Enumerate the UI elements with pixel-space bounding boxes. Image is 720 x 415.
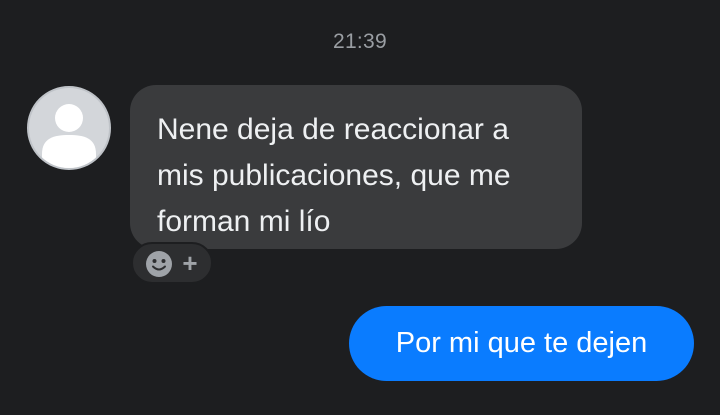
outgoing-message-text: Por mi que te dejen xyxy=(395,327,648,359)
add-reaction-button[interactable]: + xyxy=(131,242,213,284)
plus-icon: + xyxy=(182,248,198,278)
outgoing-message-bubble[interactable]: Por mi que te dejen xyxy=(349,306,694,381)
incoming-message-bubble[interactable]: Nene deja de reaccionar a mis publicacio… xyxy=(130,85,582,249)
default-user-icon xyxy=(42,104,96,168)
contact-avatar[interactable] xyxy=(27,86,111,170)
incoming-message-text: Nene deja de reaccionar a mis publicacio… xyxy=(157,113,511,238)
smiley-face-icon xyxy=(146,251,172,277)
message-timestamp: 21:39 xyxy=(332,30,388,53)
